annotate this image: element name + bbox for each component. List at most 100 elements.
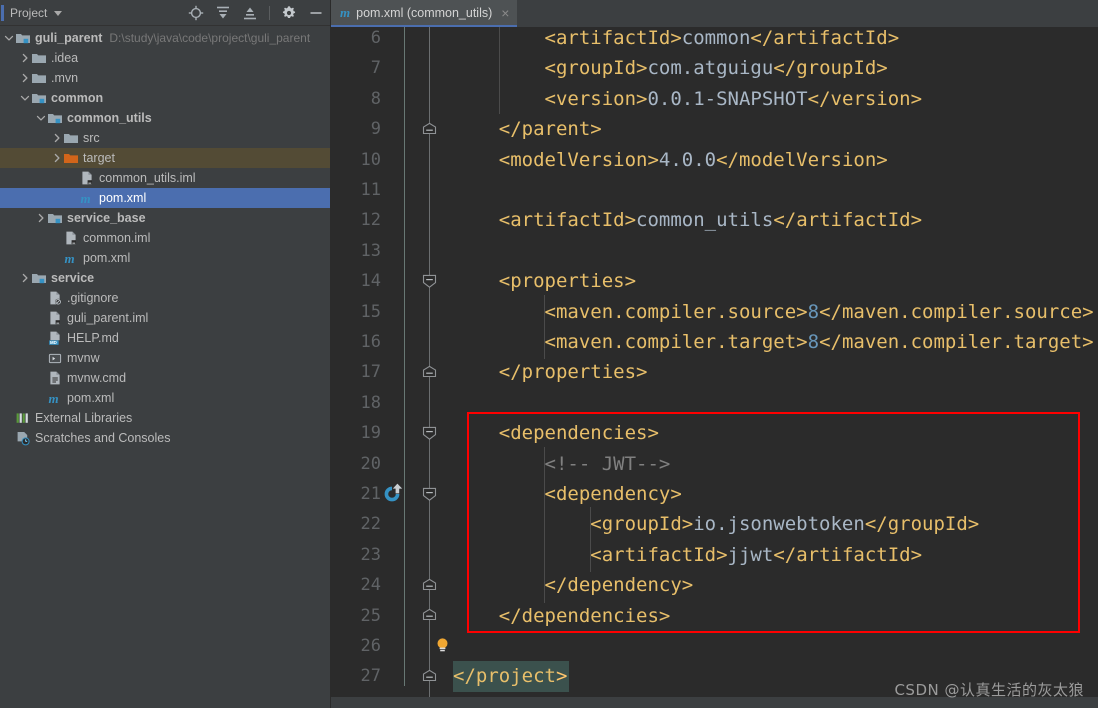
line-number: 19	[360, 423, 381, 444]
tool-window-title[interactable]: Project	[10, 6, 47, 20]
chevron-right-icon[interactable]	[19, 68, 31, 88]
tree-item-label: guli_parent.iml	[67, 311, 149, 325]
module-folder-icon	[47, 110, 64, 126]
tree-item-service-base[interactable]: service_base	[0, 208, 330, 228]
code-line-text: <version>0.0.1-SNAPSHOT</version>	[453, 87, 923, 110]
chevron-down-icon[interactable]	[35, 108, 47, 128]
tree-item-label: common_utils	[67, 111, 152, 125]
tree-item-guli-parent-iml[interactable]: guli_parent.iml	[0, 308, 330, 328]
line-number: 20	[360, 453, 381, 474]
editor-tab-bar: m pom.xml (common_utils) ×	[331, 0, 1098, 27]
tree-item-service[interactable]: service	[0, 268, 330, 288]
locate-file-icon[interactable]	[188, 5, 204, 21]
tree-item-common-utils[interactable]: common_utils	[0, 108, 330, 128]
tree-item-pom-xml[interactable]: m pom.xml	[0, 248, 330, 268]
code-fold-marker-icon[interactable]	[421, 122, 438, 137]
code-fold-marker-icon[interactable]	[421, 274, 438, 289]
editor-tab-label: pom.xml (common_utils)	[356, 5, 493, 20]
code-fold-marker-icon[interactable]	[421, 365, 438, 380]
gear-icon[interactable]	[281, 5, 297, 21]
code-line: 23 <artifactId>jjwt</artifactId>	[331, 540, 1098, 570]
tree-item--gitignore[interactable]: .gitignore	[0, 288, 330, 308]
tree-item-target[interactable]: target	[0, 148, 330, 168]
tree-item-common-iml[interactable]: common.iml	[0, 228, 330, 248]
collapse-all-icon[interactable]	[242, 5, 258, 21]
line-number: 9	[370, 119, 381, 140]
tree-item-help-md[interactable]: MD HELP.md	[0, 328, 330, 348]
line-number: 22	[360, 514, 381, 535]
code-line: 6 <artifactId>common</artifactId>	[331, 27, 1098, 53]
expand-all-icon[interactable]	[215, 5, 231, 21]
code-fold-marker-icon[interactable]	[421, 608, 438, 623]
code-line-text: <artifactId>common</artifactId>	[453, 27, 900, 49]
code-line: 11	[331, 175, 1098, 205]
shell-script-icon	[47, 350, 64, 366]
project-tree[interactable]: guli_parent D:\study\java\code\project\gu…	[0, 26, 330, 708]
code-line: 8 <version>0.0.1-SNAPSHOT</version>	[331, 84, 1098, 114]
code-editor[interactable]: 6 <artifactId>common</artifactId> 7 <grou…	[331, 27, 1098, 708]
code-line-text: <properties>	[453, 270, 637, 293]
intention-bulb-icon[interactable]	[435, 637, 450, 654]
tree-item-external-libraries[interactable]: External Libraries	[0, 408, 330, 428]
chevron-right-icon[interactable]	[19, 48, 31, 68]
cmd-file-icon	[47, 370, 64, 386]
svg-text:m: m	[81, 191, 91, 206]
code-line-text: <artifactId>common_utils</artifactId>	[453, 209, 923, 232]
chevron-right-icon[interactable]	[19, 268, 31, 288]
code-line: 10 <modelVersion>4.0.0</modelVersion>	[331, 145, 1098, 175]
line-number: 6	[370, 28, 381, 48]
module-folder-icon	[47, 210, 64, 226]
line-number: 26	[360, 636, 381, 656]
close-icon[interactable]: ×	[501, 6, 509, 20]
tree-item-guli-parent[interactable]: guli_parent D:\study\java\code\project\gu…	[0, 28, 330, 48]
line-number: 8	[370, 88, 381, 109]
line-number: 15	[360, 301, 381, 322]
editor-area: m pom.xml (common_utils) × 6 <artifactId…	[331, 0, 1098, 708]
line-number: 18	[360, 392, 381, 413]
chevron-down-icon[interactable]	[19, 88, 31, 108]
code-line-text: <maven.compiler.source>8</maven.compiler…	[453, 300, 1094, 323]
folder-icon	[31, 50, 48, 66]
scratches-icon	[15, 430, 32, 446]
chevron-right-icon[interactable]	[35, 208, 47, 228]
code-fold-marker-icon[interactable]	[421, 578, 438, 593]
indent-guide	[544, 294, 546, 360]
tree-item-label: pom.xml	[83, 251, 131, 265]
tree-item-mvnw[interactable]: mvnw	[0, 348, 330, 368]
tree-item-common[interactable]: common	[0, 88, 330, 108]
tree-item--mvn[interactable]: .mvn	[0, 68, 330, 88]
line-number: 14	[360, 271, 381, 292]
chevron-right-icon[interactable]	[51, 128, 63, 148]
maven-file-icon: m	[47, 390, 64, 406]
tree-item-label: common.iml	[83, 231, 151, 245]
gitignore-file-icon	[47, 290, 64, 306]
chevron-down-icon[interactable]	[3, 28, 15, 48]
code-fold-marker-icon[interactable]	[421, 669, 438, 684]
code-fold-marker-icon[interactable]	[421, 487, 438, 502]
tree-item-label: Scratches and Consoles	[35, 431, 171, 445]
maven-reimport-icon[interactable]	[380, 482, 404, 506]
tree-item-pom-xml[interactable]: m pom.xml	[0, 188, 330, 208]
code-line-text: <!-- JWT-->	[453, 452, 671, 475]
code-line: 14 <properties>	[331, 266, 1098, 296]
tree-item-label: External Libraries	[35, 411, 133, 425]
tree-item-scratches-and-consoles[interactable]: Scratches and Consoles	[0, 428, 330, 448]
chevron-down-icon[interactable]	[54, 11, 63, 16]
tree-item-label: service_base	[67, 211, 146, 225]
hide-tool-window-icon[interactable]	[308, 5, 324, 21]
tree-item-mvnw-cmd[interactable]: mvnw.cmd	[0, 368, 330, 388]
tree-item--idea[interactable]: .idea	[0, 48, 330, 68]
line-number: 17	[360, 362, 381, 383]
editor-tab-pom-xml[interactable]: m pom.xml (common_utils) ×	[331, 0, 518, 27]
chevron-right-icon[interactable]	[51, 148, 63, 168]
tree-item-common-utils-iml[interactable]: common_utils.iml	[0, 168, 330, 188]
code-fold-marker-icon[interactable]	[421, 426, 438, 441]
tree-item-src[interactable]: src	[0, 128, 330, 148]
code-line-text: <dependencies>	[453, 422, 659, 445]
tree-item-pom-xml[interactable]: m pom.xml	[0, 388, 330, 408]
